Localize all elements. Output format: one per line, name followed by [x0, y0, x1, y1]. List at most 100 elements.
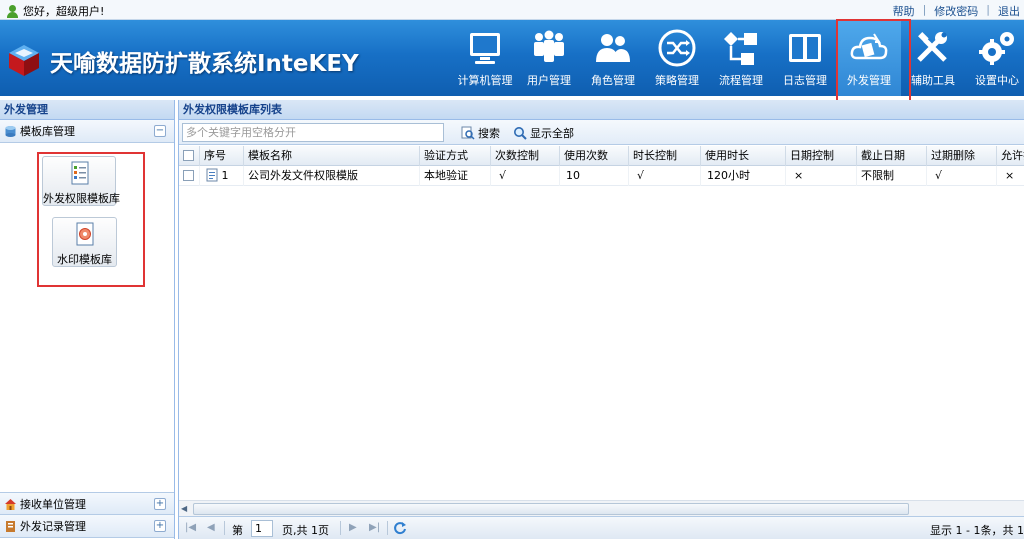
nav-label: 流程管理 — [719, 74, 763, 87]
col-duration-control[interactable]: 时长控制 — [629, 146, 701, 166]
search-button[interactable]: 搜索 — [461, 125, 500, 141]
cell-template-name: 公司外发文件权限模版 — [244, 166, 420, 186]
accordion-template-library[interactable]: 模板库管理 − — [0, 120, 174, 143]
expand-icon[interactable]: + — [154, 520, 166, 532]
book-icon — [789, 34, 821, 62]
cell-index: 1 — [200, 166, 244, 186]
nav-label: 辅助工具 — [911, 74, 955, 87]
nav-user-management[interactable]: 用户管理 — [517, 20, 581, 96]
search-icon — [461, 126, 475, 140]
flowchart-icon — [724, 32, 757, 65]
cell-date-control: × — [786, 166, 857, 186]
cell-use-duration: 120小时 — [701, 166, 786, 186]
horizontal-scrollbar[interactable]: ◀ — [179, 500, 1024, 516]
change-password-link[interactable]: 修改密码 — [934, 3, 978, 19]
select-all-cell — [179, 146, 200, 166]
grid-toolbar: 搜索 显示全部 — [179, 120, 1024, 145]
nav-label: 设置中心 — [975, 74, 1019, 87]
nav-outgoing-management[interactable]: 外发管理 — [837, 20, 901, 96]
accordion-label: 模板库管理 — [20, 125, 75, 138]
monitor-icon — [470, 33, 500, 64]
app-brand: 天喻数据防扩散系统InteKEY — [50, 51, 359, 77]
nav-label: 日志管理 — [783, 74, 827, 87]
nav-policy-management[interactable]: 策略管理 — [645, 20, 709, 96]
roles-icon — [596, 34, 630, 62]
nav-auxiliary-tools[interactable]: 辅助工具 — [901, 20, 965, 96]
col-count-control[interactable]: 次数控制 — [491, 146, 560, 166]
nav-computer-management[interactable]: 计算机管理 — [453, 20, 517, 96]
shuffle-icon — [658, 29, 696, 67]
cell-expiry-date: 不限制 — [857, 166, 927, 186]
show-all-button[interactable]: 显示全部 — [513, 125, 574, 141]
nav-label: 外发管理 — [847, 74, 891, 87]
nav-settings-center[interactable]: 设置中心 — [965, 20, 1024, 96]
last-page-icon[interactable]: ▶| — [369, 522, 380, 533]
prev-page-icon[interactable]: ◀ — [207, 522, 215, 533]
nav-role-management[interactable]: 角色管理 — [581, 20, 645, 96]
nav-log-management[interactable]: 日志管理 — [773, 20, 837, 96]
help-link[interactable]: 帮助 — [893, 3, 915, 19]
col-template-name[interactable]: 模板名称 — [244, 146, 420, 166]
cell-count-control: √ — [491, 166, 560, 186]
right-panel: 外发权限模板库列表 搜索 显示全部 序号 模板名称 验证方式 次数控制 使用 — [178, 100, 1024, 539]
col-auth-method[interactable]: 验证方式 — [420, 146, 491, 166]
select-all-checkbox[interactable] — [183, 149, 194, 161]
tools-icon — [917, 32, 947, 62]
user-icon — [6, 4, 19, 18]
nav-label: 用户管理 — [527, 74, 571, 87]
cell-duration-control: √ — [629, 166, 701, 186]
scroll-left-icon[interactable]: ◀ — [181, 504, 187, 513]
watermark-document-icon — [76, 222, 94, 246]
collapse-icon[interactable]: − — [154, 125, 166, 137]
gears-icon — [979, 32, 1014, 65]
page-number-input[interactable] — [251, 520, 273, 537]
greeting: 您好，超级用户! — [6, 3, 104, 19]
app-header: 天喻数据防扩散系统InteKEY 计算机管理 用户管理 角色管理 策略管理 流程… — [0, 20, 1024, 96]
table-row[interactable]: 1 公司外发文件权限模版 本地验证 √ 10 √ 120小时 × 不限制 √ × — [179, 166, 1024, 186]
col-expiry-date[interactable]: 截止日期 — [857, 146, 927, 166]
col-use-duration[interactable]: 使用时长 — [701, 146, 786, 166]
left-panel: 外发管理 模板库管理 − 外发权限模板库 水印模板库 接收单位管理 + 外发记录… — [0, 100, 175, 539]
col-delete-on-expiry[interactable]: 过期删除 — [927, 146, 997, 166]
refresh-icon[interactable] — [393, 521, 407, 535]
tile-watermark-templates[interactable]: 水印模板库 — [52, 217, 117, 267]
document-checklist-icon — [71, 161, 89, 185]
top-bar: 您好，超级用户! 帮助 | 修改密码 | 退出 — [0, 0, 1024, 20]
scrollbar-thumb[interactable] — [193, 503, 909, 515]
divider — [387, 521, 388, 535]
document-icon — [206, 168, 218, 182]
row-checkbox[interactable] — [183, 169, 194, 181]
accordion-outgoing-records[interactable]: 外发记录管理 + — [0, 515, 174, 538]
col-index[interactable]: 序号 — [200, 146, 244, 166]
greeting-text: 您好，超级用户! — [23, 5, 105, 18]
nav-label: 计算机管理 — [457, 74, 513, 87]
col-allow-print[interactable]: 允许打印 — [997, 146, 1024, 166]
next-page-icon[interactable]: ▶ — [349, 522, 357, 533]
logout-link[interactable]: 退出 — [998, 3, 1020, 19]
page-prefix: 第 — [232, 524, 243, 537]
divider: | — [986, 3, 990, 16]
cell-delete-on-expiry: √ — [927, 166, 997, 186]
accordion-label: 外发记录管理 — [20, 520, 86, 533]
grid-header: 序号 模板名称 验证方式 次数控制 使用次数 时长控制 使用时长 日期控制 截止… — [179, 146, 1024, 166]
logo-icon — [9, 45, 39, 76]
magnifier-icon — [514, 127, 527, 140]
cell-allow-print: × — [1005, 169, 1015, 182]
search-button-label: 搜索 — [478, 127, 500, 140]
left-panel-title: 外发管理 — [0, 100, 174, 120]
tile-outgoing-permission-templates[interactable]: 外发权限模板库 — [42, 156, 120, 206]
users-icon — [534, 30, 564, 62]
divider — [224, 521, 225, 535]
search-input[interactable] — [182, 123, 444, 142]
cell-index-value: 1 — [221, 169, 229, 182]
expand-icon[interactable]: + — [154, 498, 166, 510]
home-icon — [5, 499, 16, 510]
col-date-control[interactable]: 日期控制 — [786, 146, 857, 166]
col-use-count[interactable]: 使用次数 — [560, 146, 629, 166]
row-select-cell — [179, 166, 200, 186]
nav-workflow-management[interactable]: 流程管理 — [709, 20, 773, 96]
first-page-icon[interactable]: |◀ — [185, 522, 196, 533]
accordion-receiver-management[interactable]: 接收单位管理 + — [0, 492, 174, 515]
pagination-bar: |◀ ◀ 第 页,共 1页 ▶ ▶| 显示 1 - 1条，共 1条 — [179, 516, 1024, 539]
divider — [340, 521, 341, 535]
